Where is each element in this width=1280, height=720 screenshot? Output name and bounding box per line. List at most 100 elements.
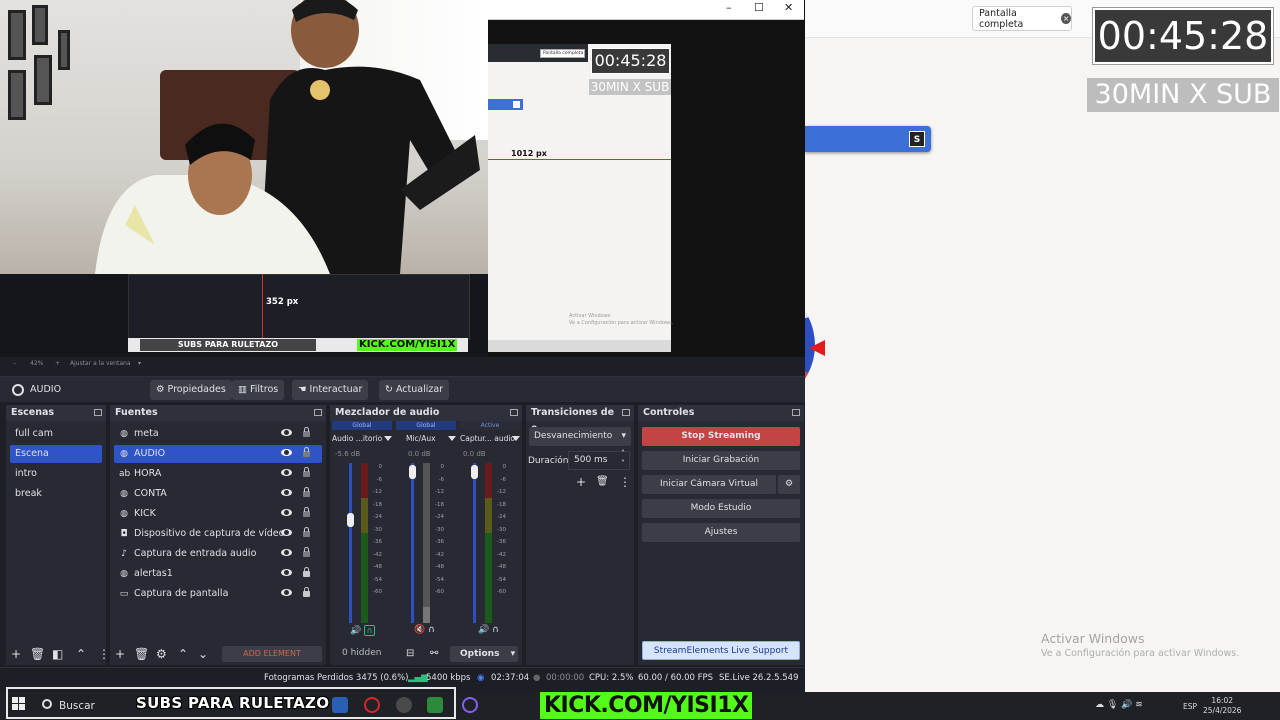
scene-item[interactable]: break [10,485,102,503]
remove-scene-icon[interactable]: 🗑 [30,647,45,661]
volume-fader[interactable] [411,463,414,623]
speaker-muted-icon[interactable]: 🔇 [414,625,425,635]
search-icon[interactable] [42,699,52,709]
speaker-icon[interactable]: 🔊 [1121,700,1132,710]
virtual-camera-button[interactable]: Iniciar Cámara Virtual [642,475,776,494]
eye-icon[interactable] [281,489,292,496]
close-circle-icon[interactable]: × [1061,13,1071,24]
eye-icon[interactable] [281,589,292,596]
start-recording-button[interactable]: Iniciar Grabación [642,451,800,470]
zoom-fit-button[interactable]: Ajustar a la ventana [70,360,131,367]
add-source-icon[interactable]: + [115,647,125,661]
speaker-icon[interactable]: 🔊 [478,625,489,635]
fullscreen-button[interactable]: Pantalla completa × [972,6,1072,31]
undock-icon[interactable] [510,409,518,416]
system-tray[interactable]: ☁ 🎙 🔊 ≋ [1095,700,1143,710]
source-item[interactable]: ◍ alertas1 [114,565,322,583]
volume-fader[interactable] [349,463,352,623]
remove-transition-icon[interactable]: 🗑 [596,475,609,489]
lock-open-icon[interactable] [303,427,310,437]
add-transition-icon[interactable]: + [576,475,586,489]
virtual-camera-settings-button[interactable]: ⚙ [778,475,800,494]
gear-icon[interactable]: ⚙ [156,647,167,661]
more-icon[interactable]: ⋮ [619,475,631,489]
lock-icon[interactable] [303,567,310,577]
taskbar-search[interactable]: Buscar [59,700,95,712]
obs-app-icon[interactable] [396,697,412,713]
input-language[interactable]: ESP [1183,702,1197,711]
scene-item[interactable]: intro [10,465,102,483]
clock[interactable]: 16:02 25/4/2026 [1203,696,1241,716]
remove-source-icon[interactable]: 🗑 [134,647,149,661]
scene-item-selected[interactable]: Escena [10,445,102,463]
move-up-icon[interactable]: ⌃ [178,647,188,661]
layout-icon[interactable]: ⊟ [406,647,414,661]
studio-mode-button[interactable]: Modo Estudio [642,499,800,518]
link-icon[interactable]: ⚯ [430,647,438,661]
minimize-icon[interactable]: – [726,1,732,14]
move-down-icon[interactable]: ⌄ [198,647,208,661]
undock-icon[interactable] [94,409,102,416]
undock-icon[interactable] [622,409,630,416]
headphones-icon[interactable]: ∩ [364,625,376,636]
windows-start-icon[interactable] [12,697,26,711]
cloud-icon[interactable]: ☁ [1095,700,1104,710]
settings-button[interactable]: Ajustes [642,523,800,542]
lock-open-icon[interactable] [303,527,310,537]
stop-streaming-button[interactable]: Stop Streaming [642,427,800,446]
wifi-icon[interactable]: ≋ [1135,700,1143,710]
volume-fader-knob[interactable] [409,465,416,479]
source-item[interactable]: ◍ meta [114,425,322,443]
zoom-in-icon[interactable]: + [55,360,60,367]
add-element-button[interactable]: ADD ELEMENT [222,646,322,662]
lock-open-icon[interactable] [303,447,310,457]
more-icon[interactable]: ⋮ [98,647,110,661]
streamelements-support-button[interactable]: StreamElements Live Support [642,641,800,660]
volume-fader-knob[interactable] [347,513,354,527]
options-button[interactable]: Options ▾ [450,646,518,662]
app-circle-icon[interactable] [462,697,478,713]
eye-icon[interactable] [281,549,292,556]
volume-fader-knob[interactable] [471,465,478,479]
eye-icon[interactable] [281,429,292,436]
add-scene-icon[interactable]: + [11,647,21,661]
transition-select[interactable]: Desvanecimiento ▾ [529,427,631,446]
duration-input[interactable]: 500 ms ˄ ˅ [568,449,630,470]
chevron-down-icon[interactable] [448,436,456,441]
source-item-selected[interactable]: ◍ AUDIO [114,445,322,463]
eye-icon[interactable] [281,469,292,476]
zoom-dropdown-icon[interactable]: ▾ [138,360,141,367]
speaker-icon[interactable]: 🔊 [350,626,361,636]
lock-open-icon[interactable] [303,507,310,517]
eye-icon[interactable] [281,529,292,536]
eye-icon[interactable] [281,449,292,456]
spin-arrows-icon[interactable]: ˄ ˅ [621,449,625,469]
refresh-button[interactable]: ↻ Actualizar [379,380,450,400]
close-icon[interactable]: ✕ [784,1,793,14]
maximize-icon[interactable]: ☐ [754,1,764,14]
scene-item[interactable]: full cam [10,425,102,443]
chevron-down-icon[interactable] [384,436,392,441]
undock-icon[interactable] [792,409,800,416]
app-5-icon[interactable] [427,697,443,713]
filter-icon[interactable]: ◧ [52,647,63,661]
lock-open-icon[interactable] [303,467,310,477]
zoom-out-icon[interactable]: – [13,360,16,367]
lock-open-icon[interactable] [303,487,310,497]
store-app-icon[interactable] [332,697,348,713]
properties-button[interactable]: ⚙ Propiedades [150,380,232,400]
interact-button[interactable]: ☚ Interactuar [292,380,369,400]
headphones-icon[interactable]: ∩ [492,625,499,635]
source-item[interactable]: ab HORA [114,465,322,483]
mic-icon[interactable]: 🎙 [1107,700,1118,710]
source-item[interactable]: ▭ Captura de pantalla [114,585,322,603]
lock-open-icon[interactable] [303,547,310,557]
undock-icon[interactable] [314,409,322,416]
eye-icon[interactable] [281,569,292,576]
eye-icon[interactable] [281,509,292,516]
source-item[interactable]: ◘ Dispositivo de captura de vídeo [114,525,322,543]
key-badge[interactable]: S [909,131,925,147]
opera-app-icon[interactable] [364,697,380,713]
headphones-icon[interactable]: ∩ [428,625,435,635]
chevron-down-icon[interactable] [512,436,520,441]
